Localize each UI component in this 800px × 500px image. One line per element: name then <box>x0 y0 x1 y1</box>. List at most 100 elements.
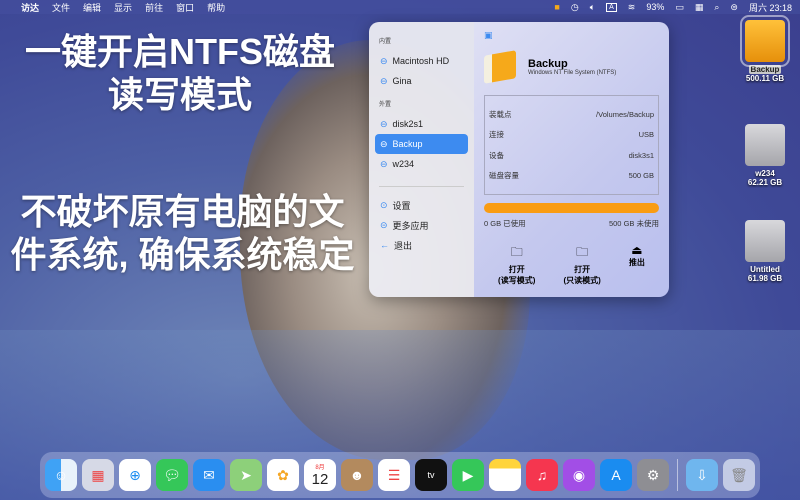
eject-button[interactable]: ⏏ 推出 <box>629 243 645 286</box>
label: 更多应用 <box>392 220 429 231</box>
menu-finder[interactable]: 访达 <box>21 1 39 14</box>
label: Macintosh HD <box>392 56 450 66</box>
dock-trash[interactable]: 🗑︎ <box>723 459 755 491</box>
drive-icon <box>740 15 790 67</box>
clock[interactable]: 周六 23:18 <box>749 1 792 14</box>
settings-button[interactable]: ⊙ 设置 <box>375 195 468 215</box>
dock-maps[interactable]: ➤ <box>230 459 262 491</box>
wifi-icon[interactable]: ≋ <box>628 2 636 13</box>
open-read-only-button[interactable]: 🗀︎ 打开 (只读模式) <box>563 243 600 286</box>
disk-icon: ⊖ <box>380 55 388 66</box>
dock-facetime[interactable]: ▶ <box>452 459 484 491</box>
disk-icon: ⊖ <box>380 138 388 149</box>
desktop-icon-untitled[interactable]: Untitled 61.98 GB <box>738 220 792 283</box>
sidebar-item-disk2s1[interactable]: ⊖ disk2s1 <box>375 114 468 134</box>
dock-podcasts[interactable]: ◉ <box>563 459 595 491</box>
dock-notes[interactable] <box>489 459 521 491</box>
calendar-month: 8月 <box>315 465 325 471</box>
info-key: 设备 <box>489 150 504 160</box>
menu-window[interactable]: 窗口 <box>176 1 194 14</box>
promo-headline: 一键开启NTFS磁盘读写模式 <box>25 31 335 116</box>
folder-icon: 🗀︎ <box>510 245 523 259</box>
open-read-write-button[interactable]: 🗀︎ 打开 (读写模式) <box>498 243 535 286</box>
promo-subheadline: 不破坏原有电脑的文件系统, 确保系统稳定 <box>10 191 355 276</box>
sidebar-item-macintosh-hd[interactable]: ⊖ Macintosh HD <box>375 51 468 71</box>
dock-photos[interactable]: ✿ <box>267 459 299 491</box>
label: 打开 <box>574 265 591 274</box>
input-source-icon[interactable]: A <box>606 2 617 12</box>
gear-icon: ⊙ <box>380 199 388 210</box>
label: 设置 <box>392 200 411 211</box>
used-label: 0 GB 已使用 <box>484 219 526 228</box>
info-row: 磁盘容量 500 GB <box>489 166 654 187</box>
label: Backup <box>392 139 423 149</box>
desktop-icon-backup[interactable]: Backup 500.11 GB <box>738 15 792 83</box>
section-external: 外置 <box>379 102 392 108</box>
menu-go[interactable]: 前往 <box>145 1 163 14</box>
dock-messages[interactable]: 💬︎ <box>156 459 188 491</box>
menu-view[interactable]: 显示 <box>114 1 132 14</box>
menu-bar: 访达 文件 编辑 显示 前往 窗口 帮助 ■ ◷ 🔈︎ A ≋ 93% ▭ ▦ … <box>0 0 800 14</box>
info-value: /Volumes/Backup <box>596 109 654 119</box>
info-row: 设备 disk3s1 <box>489 145 654 166</box>
info-row: 装载点/Volumes/Backup <box>489 104 654 125</box>
disk-icon: ⊖ <box>380 158 388 169</box>
info-key: 连接 <box>489 130 504 140</box>
divider <box>379 186 464 187</box>
label: 退出 <box>394 240 413 251</box>
info-key: 磁盘容量 <box>489 171 519 181</box>
dock-finder[interactable]: ☺ <box>45 459 77 491</box>
label: (只读模式) <box>563 276 601 285</box>
time-machine-icon[interactable]: ◷ <box>571 2 579 13</box>
dock-calendar[interactable]: 8月 12 <box>304 459 336 491</box>
sidebar-item-backup[interactable]: ⊖ Backup <box>375 134 468 154</box>
keyboard-icon[interactable]: ▦ <box>695 2 704 13</box>
dock-safari[interactable]: ⊕ <box>119 459 151 491</box>
label: (读写模式) <box>498 276 536 285</box>
ntfs-app-icon[interactable]: ■ <box>554 2 559 12</box>
calendar-day: 12 <box>311 471 329 488</box>
volume-icon[interactable]: 🔈︎ <box>590 2 595 13</box>
dock-reminders[interactable]: ☰ <box>378 459 410 491</box>
dock-app-store[interactable]: A <box>600 459 632 491</box>
menu-edit[interactable]: 编辑 <box>83 1 101 14</box>
dock-separator <box>677 459 678 491</box>
label: Gina <box>392 76 412 86</box>
more-apps-button[interactable]: ⊝ 更多应用 <box>375 215 468 235</box>
size: 500.11 GB <box>745 74 785 83</box>
label: Backup <box>748 65 782 74</box>
dock-contacts[interactable]: ☻ <box>341 459 373 491</box>
eject-icon: ⏏ <box>631 243 643 257</box>
label: Untitled <box>750 265 780 274</box>
sidebar-toggle-icon[interactable]: ▣ <box>484 30 659 41</box>
usage-bar <box>484 203 659 213</box>
quit-button[interactable]: ← 退出 <box>375 235 468 255</box>
menu-help[interactable]: 帮助 <box>207 1 225 14</box>
dock-launchpad[interactable]: ▦ <box>82 459 114 491</box>
menu-file[interactable]: 文件 <box>52 1 70 14</box>
battery-percent: 93% <box>646 2 665 12</box>
info-value: disk3s1 <box>628 150 654 160</box>
label: 推出 <box>628 258 645 267</box>
sidebar-item-w234[interactable]: ⊖ w234 <box>375 154 468 174</box>
ntfs-popover: 内置 ⊖ Macintosh HD ⊖ Gina 外置 ⊖ disk2s1 ⊖ Back… <box>369 22 669 297</box>
spotlight-icon[interactable]: ⌕ <box>714 2 719 13</box>
desktop-icon-w234[interactable]: w234 62.21 GB <box>738 124 792 187</box>
dock-downloads[interactable]: ⇩ <box>686 459 718 491</box>
dock-tv[interactable]: tv <box>415 459 447 491</box>
info-key: 装载点 <box>489 109 512 119</box>
disk-icon: ⊖ <box>380 118 388 129</box>
dock-mail[interactable]: ✉ <box>193 459 225 491</box>
dock-system-preferences[interactable]: ⚙ <box>637 459 669 491</box>
free-label: 500 GB 未使用 <box>608 219 659 228</box>
battery-icon[interactable]: ▭ <box>675 2 684 13</box>
dock-music[interactable]: ♫ <box>526 459 558 491</box>
control-center-icon[interactable]: ⊜ <box>730 2 738 13</box>
info-row: 连接 USB <box>489 125 654 146</box>
disk-icon: ⊖ <box>380 75 388 86</box>
sidebar-item-gina[interactable]: ⊖ Gina <box>375 71 468 91</box>
detail-pane: ▣ Backup Windows NT File System (NTFS) 装… <box>474 22 669 297</box>
size: 61.98 GB <box>747 274 783 283</box>
sidebar: 内置 ⊖ Macintosh HD ⊖ Gina 外置 ⊖ disk2s1 ⊖ Back… <box>369 22 474 297</box>
more-icon: ⊝ <box>380 219 388 230</box>
